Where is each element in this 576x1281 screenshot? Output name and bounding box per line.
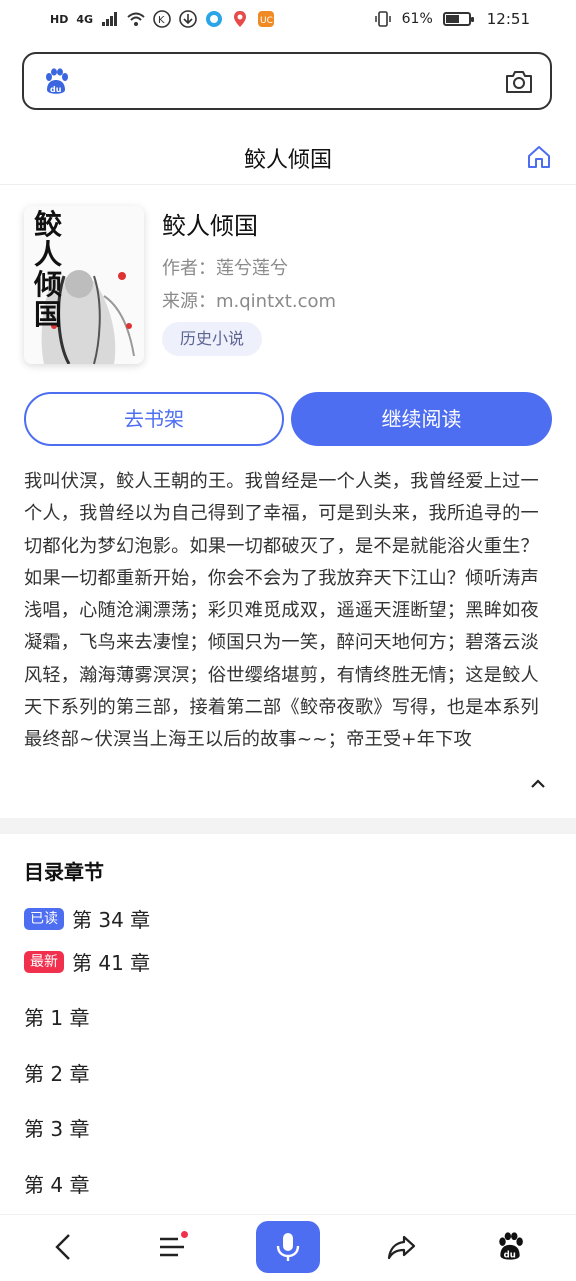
signal-icon [101, 10, 119, 28]
uc-browser-icon: UC [257, 10, 275, 28]
chapter-item[interactable]: 第 3 章 [24, 1113, 89, 1142]
svg-text:du: du [504, 1251, 516, 1261]
section-divider [0, 818, 576, 834]
microphone-icon [276, 1233, 300, 1261]
svg-text:UC: UC [260, 16, 273, 26]
read-chapter-row[interactable]: 已读 第 34 章 [24, 904, 150, 933]
menu-icon[interactable] [150, 1225, 194, 1269]
download-icon [179, 10, 197, 28]
go-to-shelf-button[interactable]: 去书架 [24, 392, 284, 446]
bottom-navigation: du [0, 1214, 576, 1281]
read-chapter-label: 第 34 章 [72, 908, 151, 932]
wifi-icon [127, 10, 145, 28]
svg-text:du: du [50, 85, 62, 94]
vibrate-icon [374, 10, 392, 28]
search-input[interactable] [86, 66, 490, 100]
read-badge: 已读 [24, 907, 64, 930]
back-icon[interactable] [42, 1225, 86, 1269]
map-pin-icon [231, 10, 249, 28]
battery-icon [442, 12, 474, 26]
latest-chapter-label: 第 41 章 [72, 951, 151, 975]
voice-search-button[interactable] [256, 1221, 320, 1273]
book-author: 作者：莲兮莲兮 [162, 258, 288, 279]
genre-tag[interactable]: 历史小说 [162, 322, 263, 356]
baidu-paw-icon[interactable]: du [488, 1225, 532, 1269]
continue-reading-button[interactable]: 继续阅读 [291, 392, 552, 446]
page-title: 鲛人倾国 [243, 148, 332, 173]
chapter-item[interactable]: 第 2 章 [24, 1058, 89, 1087]
chevron-up-icon[interactable] [528, 774, 548, 794]
cover-title: 鲛人倾国 [34, 208, 63, 331]
status-bar: HD 4G K UC 61% 12:51 [0, 0, 576, 40]
camera-icon[interactable] [504, 68, 534, 96]
book-source: 来源：m.qintxt.com [162, 291, 337, 312]
search-bar[interactable]: du [22, 52, 552, 110]
book-description: 我叫伏溟，鲛人王朝的王。我曾经是一个人类，我曾经爱上过一个人，我曾经以为自己得到… [24, 471, 539, 751]
new-badge: 最新 [24, 950, 64, 973]
share-icon[interactable] [380, 1225, 424, 1269]
baidu-paw-icon[interactable]: du [42, 68, 70, 96]
chapter-item[interactable]: 第 1 章 [24, 1002, 89, 1031]
home-icon[interactable] [526, 144, 552, 170]
network-indicator: 4G [76, 12, 94, 26]
book-cover[interactable]: 鲛人倾国 [24, 206, 144, 364]
book-title: 鲛人倾国 [162, 212, 258, 240]
clock: 12:51 [486, 10, 530, 28]
notification-dot [181, 1231, 188, 1238]
app-blue-icon [205, 10, 223, 28]
hd-indicator: HD [50, 12, 69, 26]
battery-percent: 61% [401, 11, 433, 27]
chapter-item[interactable]: 第 4 章 [24, 1169, 89, 1198]
k-app-icon: K [153, 10, 171, 28]
title-bar: 鲛人倾国 [0, 128, 576, 185]
toc-heading: 目录章节 [24, 860, 104, 884]
svg-text:K: K [158, 15, 165, 26]
latest-chapter-row[interactable]: 最新 第 41 章 [24, 947, 150, 976]
